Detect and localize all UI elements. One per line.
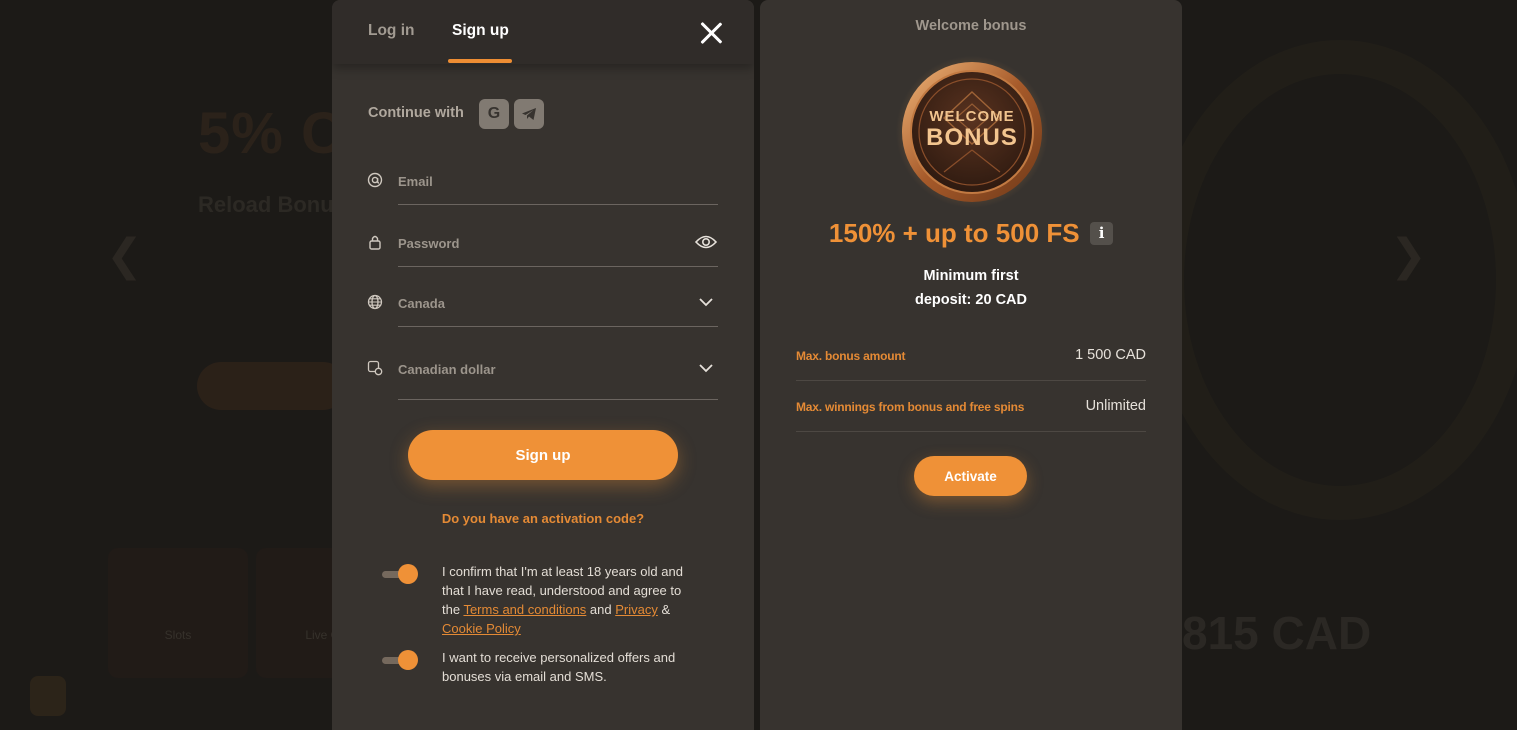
bonus-offer-text: 150% + up to 500 FS	[828, 218, 1080, 248]
chevron-down-icon[interactable]	[694, 358, 718, 378]
eye-icon	[695, 235, 717, 249]
min-deposit: Minimum first deposit: 20 CAD	[760, 264, 1182, 312]
currency-underline	[398, 399, 718, 400]
toggle-knob	[398, 650, 418, 670]
privacy-link[interactable]: Privacy	[615, 602, 658, 617]
password-field[interactable]: Password	[366, 227, 718, 267]
continue-with-label: Continue with	[368, 105, 464, 121]
coin-text-welcome: WELCOME	[929, 108, 1015, 125]
currency-value: Canadian dollar	[398, 362, 496, 377]
toggle-knob	[398, 564, 418, 584]
row-label: Max. bonus amount	[796, 349, 906, 363]
auth-modal: Log in Sign up Continue with G Email Pas…	[332, 0, 754, 730]
close-icon[interactable]	[698, 20, 724, 46]
chevron-down-icon[interactable]	[694, 292, 718, 312]
email-placeholder: Email	[398, 174, 433, 189]
show-password-toggle[interactable]	[694, 232, 718, 252]
currency-select[interactable]: Canadian dollar	[366, 353, 718, 400]
age-consent-toggle[interactable]	[382, 564, 418, 584]
coin-text-bonus: BONUS	[926, 124, 1018, 151]
activate-button[interactable]: Activate	[914, 456, 1027, 496]
age-consent-amp: &	[657, 602, 671, 617]
country-value: Canada	[398, 296, 445, 311]
country-select[interactable]: Canada	[366, 287, 718, 327]
age-consent-text: I confirm that I'm at least 18 years old…	[442, 562, 700, 638]
bonus-offer: 150% + up to 500 FS i	[760, 218, 1182, 249]
background-page: 5% C Reload Bonu ❮ ❯ Slots Live Ga 815 C…	[0, 0, 1517, 730]
welcome-bonus-panel: Welcome bonus WELCOME BONUS 150% + up to…	[760, 0, 1182, 730]
password-underline	[398, 266, 718, 267]
bonus-detail-row: Max. bonus amount 1 500 CAD	[796, 330, 1146, 381]
row-value: Unlimited	[1085, 398, 1146, 414]
email-underline	[398, 204, 718, 205]
google-icon: G	[487, 105, 501, 122]
terms-link[interactable]: Terms and conditions	[463, 602, 586, 617]
signup-button[interactable]: Sign up	[408, 430, 678, 480]
activation-code-link[interactable]: Do you have an activation code?	[332, 511, 754, 526]
row-label: Max. winnings from bonus and free spins	[796, 400, 1025, 414]
telegram-login-button[interactable]	[514, 99, 544, 129]
modal-overlay[interactable]	[0, 0, 1517, 730]
globe-icon	[366, 293, 384, 311]
row-value: 1 500 CAD	[1075, 347, 1146, 363]
min-deposit-line-1: Minimum first	[923, 268, 1019, 284]
tab-login[interactable]: Log in	[368, 22, 415, 40]
telegram-icon	[522, 108, 536, 120]
google-login-button[interactable]: G	[479, 99, 509, 129]
welcome-bonus-coin-image: WELCOME BONUS	[896, 54, 1048, 212]
auth-tabs: Log in Sign up	[332, 0, 754, 64]
tab-signup[interactable]: Sign up	[452, 22, 509, 40]
cookie-policy-link[interactable]: Cookie Policy	[442, 621, 521, 636]
country-underline	[398, 326, 718, 327]
min-deposit-line-2: deposit: 20 CAD	[915, 292, 1027, 308]
offers-consent: I want to receive personalized offers an…	[382, 648, 702, 688]
age-consent-and: and	[586, 602, 616, 617]
info-icon[interactable]: i	[1090, 222, 1114, 245]
offers-consent-text: I want to receive personalized offers an…	[442, 650, 676, 684]
age-consent: I confirm that I'm at least 18 years old…	[382, 562, 702, 638]
offers-consent-toggle[interactable]	[382, 650, 418, 670]
password-placeholder: Password	[398, 236, 460, 251]
lock-icon	[366, 233, 384, 251]
bonus-heading: Welcome bonus	[915, 18, 1027, 34]
bonus-detail-row: Max. winnings from bonus and free spins …	[796, 381, 1146, 432]
at-icon	[366, 171, 384, 189]
currency-icon	[366, 359, 384, 377]
active-tab-indicator	[448, 59, 512, 63]
email-field[interactable]: Email	[366, 165, 718, 205]
